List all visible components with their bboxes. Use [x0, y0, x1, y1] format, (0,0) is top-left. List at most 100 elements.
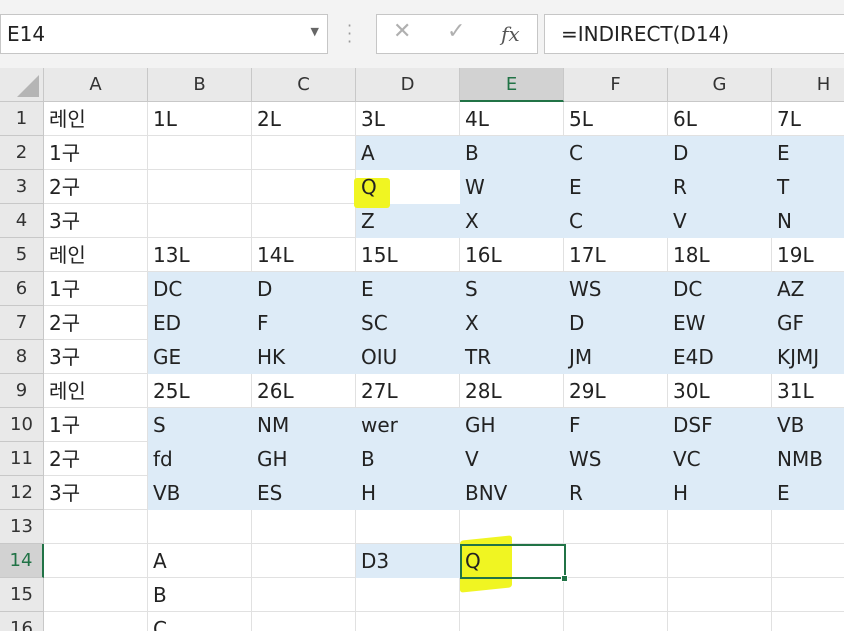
cell-h5[interactable]: 19L	[772, 238, 844, 272]
cell-a9[interactable]: 레인	[44, 374, 148, 408]
column-header-h[interactable]: H	[772, 68, 844, 102]
cell-b2[interactable]	[148, 136, 252, 170]
row-header-16[interactable]: 16	[0, 612, 44, 631]
cell-f14[interactable]	[564, 544, 668, 578]
cell-f10[interactable]: F	[564, 408, 668, 442]
cell-g7[interactable]: EW	[668, 306, 772, 340]
cell-e8[interactable]: TR	[460, 340, 564, 374]
cell-c2[interactable]	[252, 136, 356, 170]
cell-e4[interactable]: X	[460, 204, 564, 238]
cell-e11[interactable]: V	[460, 442, 564, 476]
cell-d9[interactable]: 27L	[356, 374, 460, 408]
cell-d15[interactable]	[356, 578, 460, 612]
cell-a1[interactable]: 레인	[44, 102, 148, 136]
cell-a10[interactable]: 1구	[44, 408, 148, 442]
cell-h9[interactable]: 31L	[772, 374, 844, 408]
cell-b11[interactable]: fd	[148, 442, 252, 476]
cell-c1[interactable]: 2L	[252, 102, 356, 136]
cell-c3[interactable]	[252, 170, 356, 204]
cell-a6[interactable]: 1구	[44, 272, 148, 306]
cell-f13[interactable]	[564, 510, 668, 544]
cell-a7[interactable]: 2구	[44, 306, 148, 340]
row-header-12[interactable]: 12	[0, 476, 44, 510]
fill-handle[interactable]	[561, 575, 568, 582]
row-header-13[interactable]: 13	[0, 510, 44, 544]
cell-h10[interactable]: VB	[772, 408, 844, 442]
cell-e16[interactable]	[460, 612, 564, 631]
cell-b7[interactable]: ED	[148, 306, 252, 340]
cell-c13[interactable]	[252, 510, 356, 544]
cancel-icon[interactable]: ✕	[393, 19, 411, 44]
cell-c11[interactable]: GH	[252, 442, 356, 476]
cell-f12[interactable]: R	[564, 476, 668, 510]
cell-a4[interactable]: 3구	[44, 204, 148, 238]
cell-b14[interactable]: A	[148, 544, 252, 578]
cell-a16[interactable]	[44, 612, 148, 631]
cell-a3[interactable]: 2구	[44, 170, 148, 204]
row-header-9[interactable]: 9	[0, 374, 44, 408]
cell-c6[interactable]: D	[252, 272, 356, 306]
cell-f9[interactable]: 29L	[564, 374, 668, 408]
row-header-7[interactable]: 7	[0, 306, 44, 340]
cell-d14[interactable]: D3	[356, 544, 460, 578]
cell-d13[interactable]	[356, 510, 460, 544]
cell-d7[interactable]: SC	[356, 306, 460, 340]
cell-g11[interactable]: VC	[668, 442, 772, 476]
cell-b10[interactable]: S	[148, 408, 252, 442]
cell-g14[interactable]	[668, 544, 772, 578]
cell-e9[interactable]: 28L	[460, 374, 564, 408]
row-header-4[interactable]: 4	[0, 204, 44, 238]
cell-b13[interactable]	[148, 510, 252, 544]
cell-a2[interactable]: 1구	[44, 136, 148, 170]
cell-a15[interactable]	[44, 578, 148, 612]
row-header-2[interactable]: 2	[0, 136, 44, 170]
cell-e2[interactable]: B	[460, 136, 564, 170]
cell-g8[interactable]: E4D	[668, 340, 772, 374]
cell-d3[interactable]: Q	[356, 170, 460, 204]
cell-e3[interactable]: W	[460, 170, 564, 204]
cell-d8[interactable]: OIU	[356, 340, 460, 374]
column-header-a[interactable]: A	[44, 68, 148, 102]
cell-e1[interactable]: 4L	[460, 102, 564, 136]
cell-e6[interactable]: S	[460, 272, 564, 306]
cell-h4[interactable]: N	[772, 204, 844, 238]
enter-icon[interactable]: ✓	[447, 19, 465, 44]
cell-f11[interactable]: WS	[564, 442, 668, 476]
cell-e14[interactable]: Q	[460, 544, 564, 578]
insert-function-icon[interactable]: fx	[501, 22, 520, 46]
cell-g2[interactable]: D	[668, 136, 772, 170]
cell-h12[interactable]: E	[772, 476, 844, 510]
cell-h7[interactable]: GF	[772, 306, 844, 340]
cell-e7[interactable]: X	[460, 306, 564, 340]
cell-h13[interactable]	[772, 510, 844, 544]
cell-g10[interactable]: DSF	[668, 408, 772, 442]
cell-c7[interactable]: F	[252, 306, 356, 340]
cell-b4[interactable]	[148, 204, 252, 238]
cell-d1[interactable]: 3L	[356, 102, 460, 136]
cell-f15[interactable]	[564, 578, 668, 612]
cell-b16[interactable]: C	[148, 612, 252, 631]
cell-h8[interactable]: KJMJ	[772, 340, 844, 374]
cell-f1[interactable]: 5L	[564, 102, 668, 136]
cell-e10[interactable]: GH	[460, 408, 564, 442]
cell-f4[interactable]: C	[564, 204, 668, 238]
cell-f7[interactable]: D	[564, 306, 668, 340]
row-header-10[interactable]: 10	[0, 408, 44, 442]
cell-c12[interactable]: ES	[252, 476, 356, 510]
cell-g6[interactable]: DC	[668, 272, 772, 306]
cell-b3[interactable]	[148, 170, 252, 204]
cell-e12[interactable]: BNV	[460, 476, 564, 510]
cell-g9[interactable]: 30L	[668, 374, 772, 408]
cell-a14[interactable]	[44, 544, 148, 578]
name-box[interactable]: E14 ▼	[0, 14, 328, 54]
cell-f8[interactable]: JM	[564, 340, 668, 374]
cell-b15[interactable]: B	[148, 578, 252, 612]
row-header-6[interactable]: 6	[0, 272, 44, 306]
drag-handle-icon[interactable]: · · ·	[344, 18, 354, 50]
cell-g4[interactable]: V	[668, 204, 772, 238]
cell-d10[interactable]: wer	[356, 408, 460, 442]
formula-input[interactable]: =INDIRECT(D14)	[544, 14, 844, 54]
cell-h15[interactable]	[772, 578, 844, 612]
row-header-8[interactable]: 8	[0, 340, 44, 374]
cell-h14[interactable]	[772, 544, 844, 578]
